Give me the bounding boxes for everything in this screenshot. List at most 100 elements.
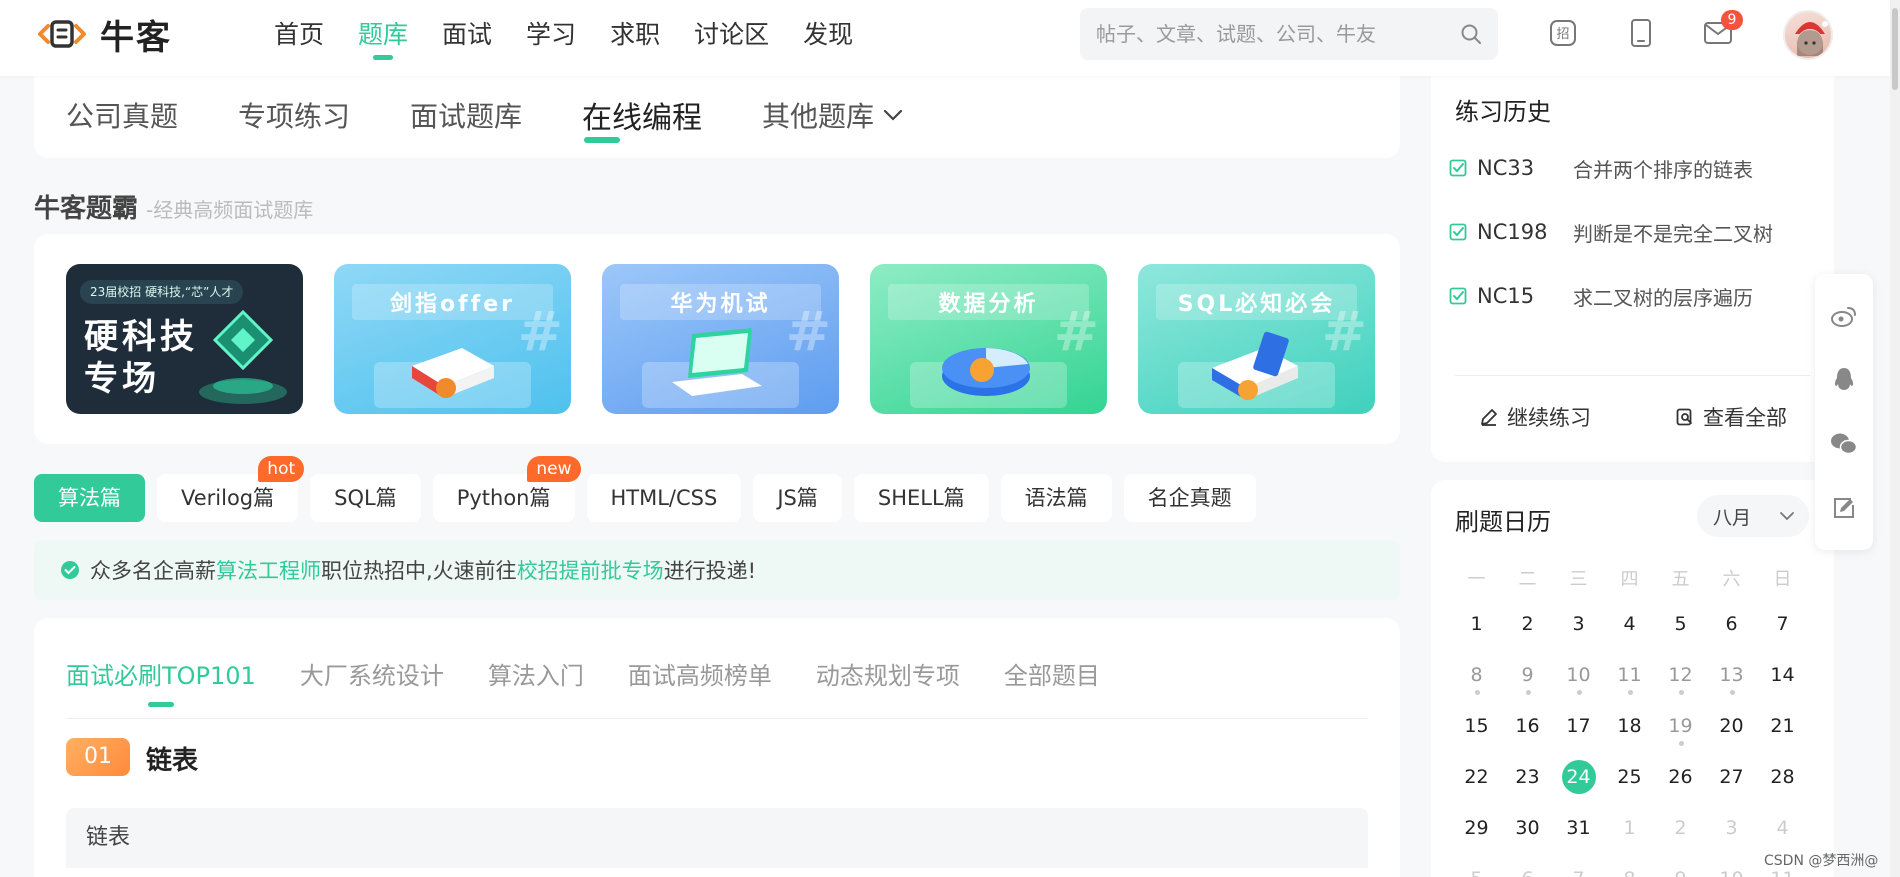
calendar-day[interactable]: 22 (1451, 751, 1502, 802)
banner-offer[interactable]: 剑指offer # (334, 264, 571, 414)
calendar-day[interactable]: 16 (1502, 700, 1553, 751)
nav-item-3[interactable]: 学习 (514, 18, 588, 58)
logo[interactable]: 牛客 (34, 14, 172, 58)
history-row[interactable]: NC33 合并两个排序的链表 (1449, 148, 1816, 188)
calendar-day[interactable]: 5 (1451, 853, 1502, 877)
wechat-icon[interactable] (1829, 429, 1859, 459)
history-row[interactable]: NC15 求二叉树的层序遍历 (1449, 276, 1816, 316)
calendar-day[interactable]: 10 (1706, 853, 1757, 877)
calendar-day[interactable]: 8 (1451, 649, 1502, 700)
qq-icon[interactable] (1829, 365, 1859, 395)
calendar-day[interactable]: 7 (1553, 853, 1604, 877)
calendar-day[interactable]: 1 (1451, 598, 1502, 649)
calendar-day[interactable]: 3 (1706, 802, 1757, 853)
month-select-value: 八月 (1713, 506, 1752, 529)
recruit-icon[interactable]: 招 (1548, 18, 1578, 48)
calendar-day[interactable]: 24 (1553, 751, 1604, 802)
calendar-day[interactable]: 13 (1706, 649, 1757, 700)
calendar-day[interactable]: 9 (1655, 853, 1706, 877)
month-select[interactable]: 八月 (1697, 495, 1809, 537)
calendar-day[interactable]: 1 (1604, 802, 1655, 853)
calendar-day[interactable]: 21 (1757, 700, 1808, 751)
list-tab-5[interactable]: 全部题目 (1004, 656, 1100, 691)
category-tab-label: 专项练习 (238, 100, 351, 133)
calendar-day[interactable]: 4 (1604, 598, 1655, 649)
sub-group-header[interactable]: 链表 (66, 808, 1368, 868)
list-tab-3[interactable]: 面试高频榜单 (628, 656, 772, 691)
calendar-day[interactable]: 9 (1502, 649, 1553, 700)
notice-link-early-campus[interactable]: 校招提前批专场 (517, 559, 664, 583)
nav-item-2[interactable]: 面试 (430, 18, 504, 58)
topic-pill-8[interactable]: 名企真题 (1123, 474, 1256, 522)
search-icon[interactable] (1460, 23, 1482, 45)
scrollbar-thumb[interactable] (1892, 8, 1898, 90)
calendar-day[interactable]: 18 (1604, 700, 1655, 751)
search-box[interactable] (1080, 8, 1498, 60)
nav-item-5[interactable]: 讨论区 (682, 18, 781, 58)
banner-data-analysis[interactable]: 数据分析 # (870, 264, 1107, 414)
calendar-day[interactable]: 19 (1655, 700, 1706, 751)
calendar-day[interactable]: 31 (1553, 802, 1604, 853)
banner-huawei[interactable]: 华为机试 # (602, 264, 839, 414)
history-row[interactable]: NC198 判断是不是完全二叉树 (1449, 212, 1816, 252)
banner-sql[interactable]: SQL必知必会 # (1138, 264, 1375, 414)
category-tab-2[interactable]: 面试题库 (410, 95, 522, 135)
topic-pill-2[interactable]: SQL篇 (310, 474, 421, 522)
list-tab-1[interactable]: 大厂系统设计 (300, 656, 444, 691)
category-tab-label: 面试题库 (410, 100, 523, 133)
nav-item-0[interactable]: 首页 (262, 18, 336, 58)
notice-link-algorithm-engineer[interactable]: 算法工程师 (216, 559, 321, 583)
calendar-day[interactable]: 29 (1451, 802, 1502, 853)
avatar[interactable] (1783, 10, 1833, 60)
list-tab-2[interactable]: 算法入门 (488, 656, 584, 691)
calendar-day[interactable]: 2 (1502, 598, 1553, 649)
calendar-day[interactable]: 23 (1502, 751, 1553, 802)
logo-icon (38, 20, 86, 48)
calendar-day[interactable]: 26 (1655, 751, 1706, 802)
topic-pill-6[interactable]: SHELL篇 (853, 474, 989, 522)
weibo-icon[interactable] (1829, 301, 1859, 331)
view-all-button[interactable]: 查看全部 (1675, 402, 1787, 432)
nav-item-1[interactable]: 题库 (346, 18, 420, 58)
category-tab-3[interactable]: 在线编程 (582, 93, 702, 143)
mail-icon[interactable]: 9 (1703, 10, 1743, 48)
topic-pill-5[interactable]: JS篇 (753, 474, 842, 522)
calendar-day[interactable]: 11 (1604, 649, 1655, 700)
calendar-day[interactable]: 17 (1553, 700, 1604, 751)
calendar-day[interactable]: 12 (1655, 649, 1706, 700)
calendar-day[interactable]: 4 (1757, 802, 1808, 853)
calendar-day[interactable]: 30 (1502, 802, 1553, 853)
feedback-icon[interactable] (1829, 493, 1859, 523)
banner-hard-tech[interactable]: 23届校招 硬科技,“芯”人才 硬科技 专场 (66, 264, 303, 414)
calendar-day[interactable]: 5 (1655, 598, 1706, 649)
category-tab-4[interactable]: 其他题库 (762, 95, 904, 135)
nav-item-4[interactable]: 求职 (598, 18, 672, 58)
category-tab-0[interactable]: 公司真题 (66, 95, 178, 135)
topic-pill-1[interactable]: Verilog篇 hot (157, 456, 305, 522)
topic-pill-4[interactable]: HTML/CSS (586, 474, 742, 522)
calendar-day[interactable]: 14 (1757, 649, 1808, 700)
mobile-app-icon[interactable] (1626, 18, 1656, 48)
calendar-day[interactable]: 25 (1604, 751, 1655, 802)
topic-pill-0[interactable]: 算法篇 (34, 474, 145, 522)
search-input[interactable] (1096, 22, 1460, 46)
topic-pill-3[interactable]: Python篇 new (432, 456, 581, 522)
calendar-day[interactable]: 6 (1706, 598, 1757, 649)
page-scrollbar[interactable] (1890, 0, 1900, 877)
list-tab-0[interactable]: 面试必刷TOP101 (66, 656, 256, 691)
calendar-day[interactable]: 7 (1757, 598, 1808, 649)
continue-practice-button[interactable]: 继续练习 (1479, 402, 1591, 432)
category-tab-1[interactable]: 专项练习 (238, 95, 350, 135)
calendar-day[interactable]: 20 (1706, 700, 1757, 751)
calendar-day[interactable]: 10 (1553, 649, 1604, 700)
list-tab-4[interactable]: 动态规划专项 (816, 656, 960, 691)
calendar-day[interactable]: 3 (1553, 598, 1604, 649)
calendar-day[interactable]: 28 (1757, 751, 1808, 802)
calendar-day[interactable]: 6 (1502, 853, 1553, 877)
nav-item-6[interactable]: 发现 (791, 18, 865, 58)
calendar-day[interactable]: 8 (1604, 853, 1655, 877)
calendar-day[interactable]: 27 (1706, 751, 1757, 802)
calendar-day[interactable]: 2 (1655, 802, 1706, 853)
topic-pill-7[interactable]: 语法篇 (1000, 474, 1112, 522)
calendar-day[interactable]: 15 (1451, 700, 1502, 751)
